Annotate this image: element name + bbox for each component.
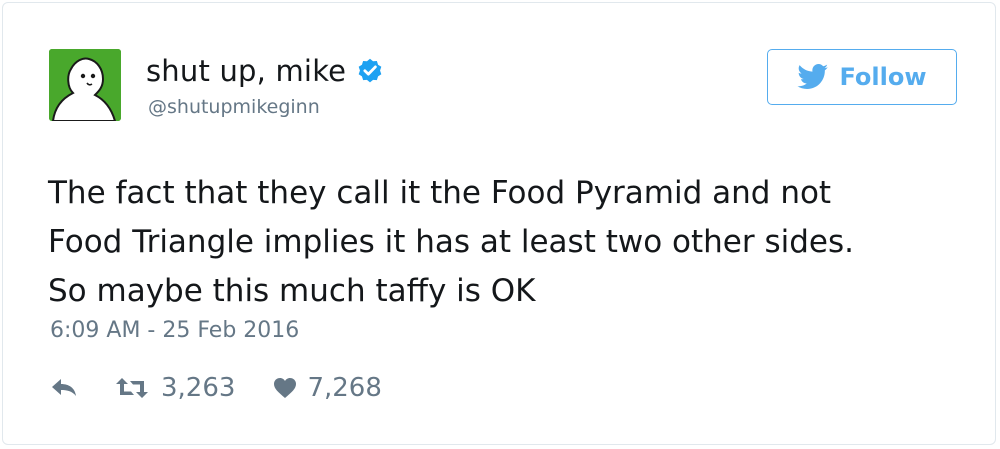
twitter-bird-icon bbox=[797, 64, 829, 89]
reply-icon bbox=[52, 379, 76, 396]
tweet-text-line: The fact that they call it the Food Pyra… bbox=[48, 175, 832, 211]
avatar[interactable] bbox=[49, 49, 121, 121]
user-handle[interactable]: @shutupmikeginn bbox=[148, 95, 320, 119]
tweet-text-line: Food Triangle implies it has at least tw… bbox=[48, 224, 854, 260]
retweet-button[interactable]: 3,263 bbox=[115, 373, 235, 403]
avatar-ghost-icon bbox=[49, 49, 121, 121]
user-name-row: shut up, mike bbox=[146, 51, 384, 91]
heart-icon bbox=[274, 378, 297, 398]
tweet-card: shut up, mike @shutupmikeginn Follow The… bbox=[2, 2, 996, 445]
reply-button[interactable] bbox=[49, 376, 79, 400]
tweet-actions: 3,263 7,268 bbox=[49, 373, 382, 403]
tweet-timestamp[interactable]: 6:09 AM - 25 Feb 2016 bbox=[50, 316, 299, 346]
like-button[interactable]: 7,268 bbox=[273, 373, 382, 403]
verified-badge-icon bbox=[358, 58, 382, 83]
follow-button-label: Follow bbox=[839, 63, 927, 91]
tweet-text-line: So maybe this much taffy is OK bbox=[48, 273, 536, 309]
like-count: 7,268 bbox=[307, 373, 382, 403]
follow-button[interactable]: Follow bbox=[767, 49, 957, 105]
tweet-text: The fact that they call it the Food Pyra… bbox=[48, 169, 968, 316]
display-name[interactable]: shut up, mike bbox=[146, 51, 346, 91]
retweet-count: 3,263 bbox=[161, 373, 236, 403]
retweet-icon bbox=[116, 378, 148, 398]
